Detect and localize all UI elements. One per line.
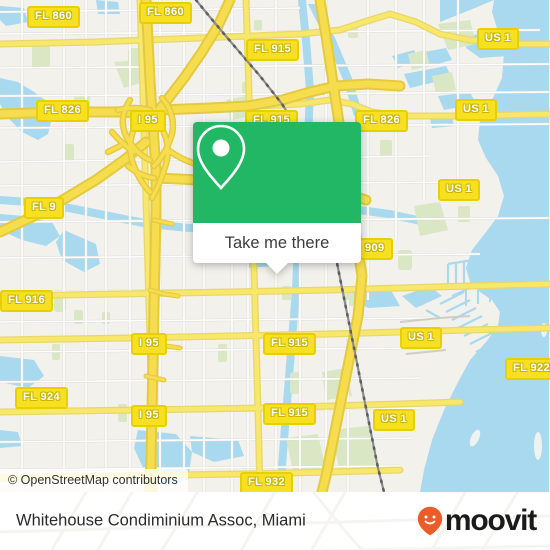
take-me-there-label: Take me there — [224, 233, 330, 252]
map-canvas[interactable]: FL 860 FL 860 FL 915 US 1 FL 826 I 95 FL 915 FL… — [0, 0, 550, 492]
popup-action-area[interactable]: Take me there — [193, 223, 361, 274]
road-shield: FL 916 — [0, 290, 54, 312]
road-shield: US 1 — [438, 179, 481, 201]
road-shield: US 1 — [373, 409, 416, 431]
map-pin-icon — [196, 124, 246, 190]
moovit-smiley-pin-icon — [417, 506, 443, 536]
popup-image-area — [193, 122, 361, 223]
moovit-logo[interactable]: moovit — [417, 504, 537, 537]
road-shield: FL 826 — [355, 110, 409, 132]
road-shield: FL 922 — [505, 358, 550, 380]
road-shield: US 1 — [477, 28, 520, 50]
road-shield: FL 860 — [139, 2, 193, 24]
road-shield: I 95 — [131, 333, 167, 355]
road-shield: I 95 — [130, 110, 166, 132]
footer-bar: Whitehouse Condiminium Assoc, Miami moov… — [0, 492, 550, 550]
road-shield: I 95 — [131, 405, 167, 427]
road-shield: FL 932 — [240, 472, 294, 492]
road-shield: 909 — [357, 238, 393, 260]
location-popup-card[interactable]: Take me there — [193, 122, 361, 274]
road-shield: FL 915 — [246, 39, 300, 61]
popup-pointer — [265, 262, 289, 274]
osm-attribution[interactable]: © OpenStreetMap contributors — [0, 469, 188, 492]
moovit-location-card: FL 860 FL 860 FL 915 US 1 FL 826 I 95 FL 915 FL… — [0, 0, 550, 550]
location-title: Whitehouse Condiminium Assoc, Miami — [16, 511, 306, 530]
road-shield: FL 924 — [15, 387, 69, 409]
moovit-wordmark: moovit — [444, 504, 537, 537]
road-shield: FL 915 — [263, 403, 317, 425]
road-shield: FL 9 — [24, 197, 65, 219]
road-shield: US 1 — [400, 327, 443, 349]
road-shield: US 1 — [455, 99, 498, 121]
road-shield: FL 915 — [263, 333, 317, 355]
road-shield: FL 826 — [36, 100, 90, 122]
road-shield: FL 860 — [27, 6, 81, 28]
